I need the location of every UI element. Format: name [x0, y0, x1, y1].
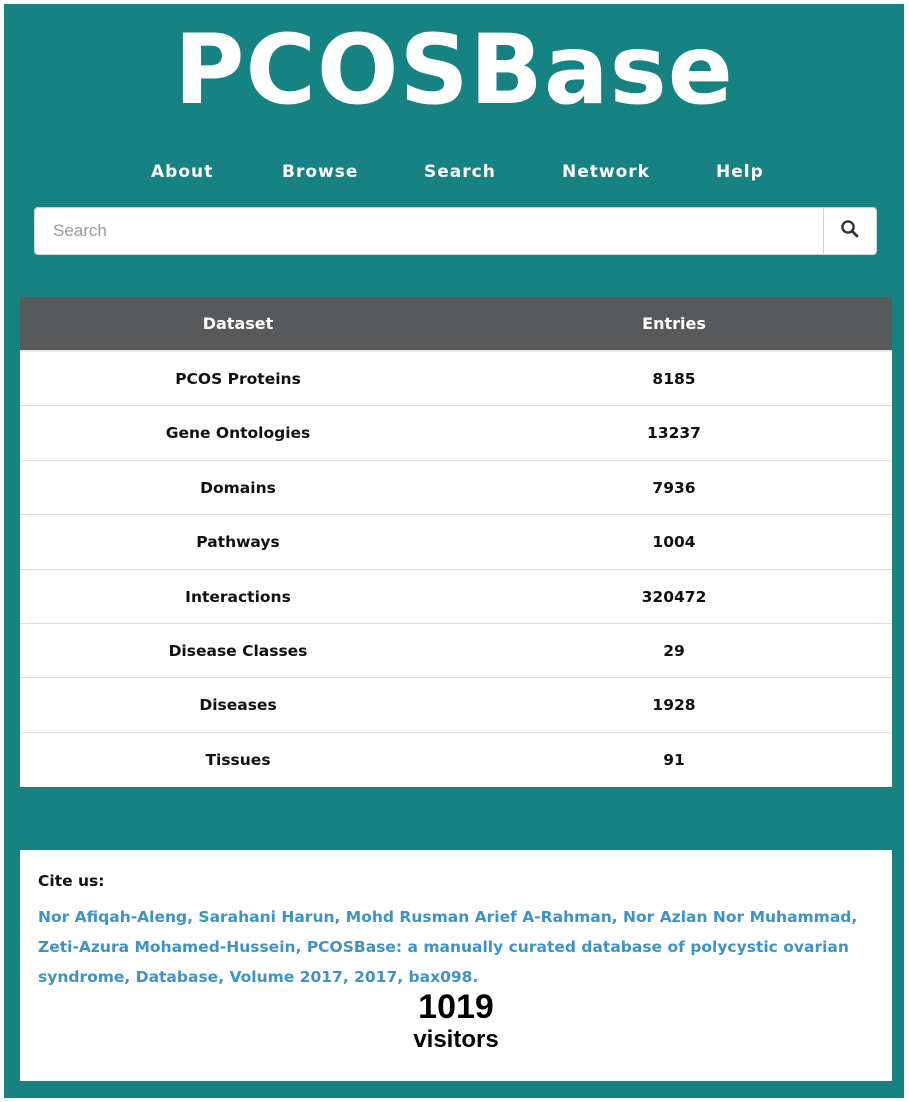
entries-cell: 91: [663, 750, 685, 769]
citation-panel: Cite us: Nor Afiqah-Aleng, Sarahani Haru…: [20, 850, 892, 1081]
nav-browse[interactable]: Browse: [282, 160, 358, 184]
dataset-cell: Diseases: [199, 696, 277, 715]
table-body: PCOS Proteins 8185 Gene Ontologies 13237…: [20, 352, 892, 787]
main-nav: About Browse Search Network Help: [4, 160, 904, 190]
entries-cell: 29: [663, 641, 685, 660]
dataset-cell: Interactions: [185, 587, 291, 606]
table-row: Domains 7936: [20, 461, 892, 516]
nav-network[interactable]: Network: [562, 160, 650, 184]
table-row: Pathways 1004: [20, 515, 892, 570]
table-row: Interactions 320472: [20, 570, 892, 624]
search-icon: [840, 219, 860, 244]
table-row: Tissues 91: [20, 733, 892, 787]
cite-label: Cite us:: [38, 872, 105, 890]
dataset-cell: Gene Ontologies: [165, 424, 311, 443]
dataset-cell: Domains: [200, 478, 276, 497]
table-header: Dataset Entries: [20, 297, 892, 352]
entries-cell: 1004: [652, 533, 696, 552]
entries-cell: 1928: [652, 696, 696, 715]
entries-cell: 7936: [652, 478, 696, 497]
search-bar: [34, 207, 877, 255]
dataset-table: Dataset Entries PCOS Proteins 8185 Gene …: [20, 297, 892, 788]
search-button[interactable]: [823, 208, 876, 254]
page-background: PCOSBase About Browse Search Network Hel…: [4, 4, 904, 1098]
entries-cell: 8185: [652, 370, 696, 388]
dataset-cell: Disease Classes: [168, 641, 308, 660]
column-header-entries: Entries: [642, 314, 706, 333]
table-row: Disease Classes 29: [20, 624, 892, 679]
nav-help[interactable]: Help: [716, 160, 764, 184]
nav-search[interactable]: Search: [424, 160, 496, 184]
entries-cell: 13237: [647, 424, 701, 443]
site-logo-title: PCOSBase: [174, 14, 734, 126]
citation-link[interactable]: Nor Afiqah-Aleng, Sarahani Harun, Mohd R…: [38, 902, 878, 992]
visitor-label: visitors: [413, 1026, 499, 1053]
table-row: Gene Ontologies 13237: [20, 406, 892, 461]
table-row: Diseases 1928: [20, 678, 892, 733]
dataset-cell: Pathways: [196, 533, 280, 552]
dataset-cell: PCOS Proteins: [175, 370, 301, 388]
dataset-cell: Tissues: [205, 750, 271, 769]
entries-cell: 320472: [641, 587, 707, 606]
visitor-count: 1019: [418, 988, 494, 1026]
visitor-counter: 1019 visitors: [20, 988, 892, 1054]
column-header-dataset: Dataset: [202, 314, 274, 333]
table-row: PCOS Proteins 8185: [20, 352, 892, 407]
search-input[interactable]: [35, 208, 824, 254]
nav-about[interactable]: About: [151, 160, 213, 184]
